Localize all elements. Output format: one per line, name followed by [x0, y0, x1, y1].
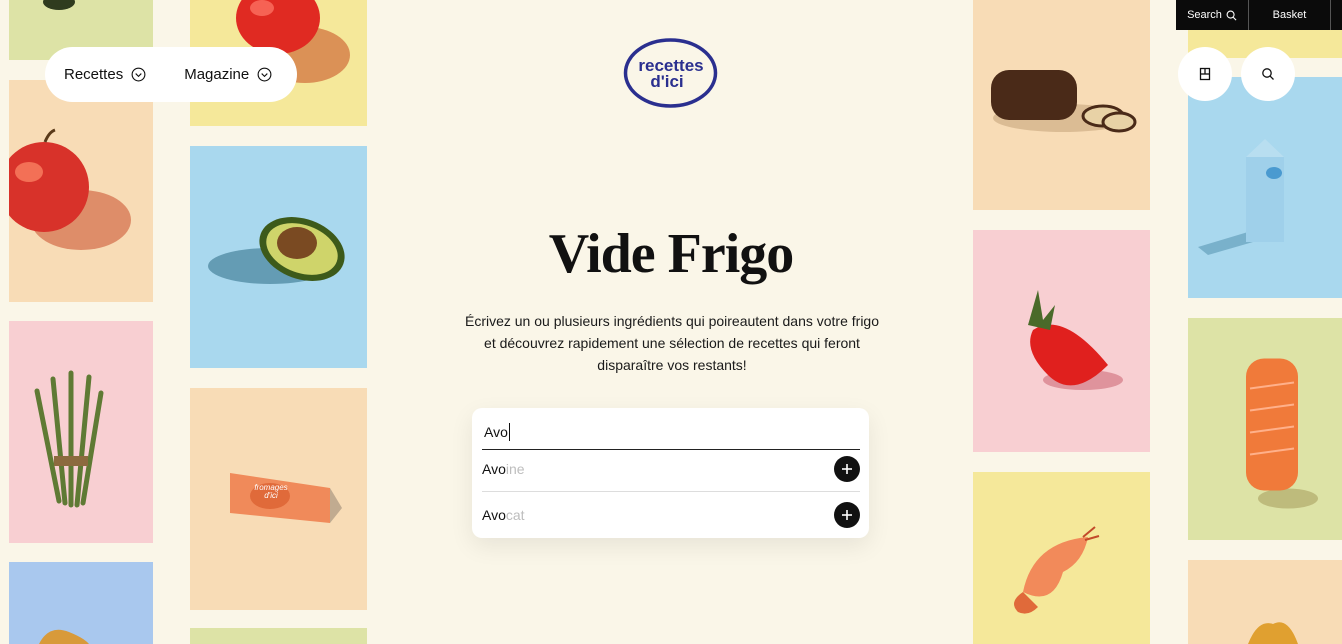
tile-bread[interactable] [973, 0, 1150, 210]
tile-bottom-left-blue[interactable] [9, 562, 153, 644]
search-button[interactable] [1241, 47, 1295, 101]
add-ingredient-button[interactable] [834, 502, 860, 528]
tile-shrimp[interactable] [973, 472, 1150, 644]
tile-salmon[interactable] [1188, 318, 1342, 540]
plus-icon [842, 510, 852, 520]
ingredient-search-value: Avo [484, 423, 508, 440]
utility-search-label: Search [1187, 9, 1222, 21]
ingredient-search-input[interactable]: Avo [482, 414, 860, 450]
tile-cheese[interactable]: fromages d'ici [190, 388, 367, 610]
utility-basket-link[interactable]: Basket [1249, 0, 1331, 30]
main-nav: Recettes Magazine [45, 47, 297, 102]
page: fromages d'ici Search Basket Recettes Ma… [0, 0, 1342, 644]
text-caret [508, 422, 510, 441]
suggestion-label: Avoine [482, 461, 525, 477]
utility-basket-label: Basket [1272, 9, 1307, 21]
suggestion-item[interactable]: Avoine [482, 446, 860, 492]
suggestion-item[interactable]: Avocat [482, 492, 860, 538]
apple-image [9, 128, 131, 250]
chevron-down-circle-icon [257, 67, 272, 82]
page-description: Écrivez un ou plusieurs ingrédients qui … [464, 313, 880, 373]
tile-strawberry[interactable] [973, 230, 1150, 452]
milk-carton-image [1198, 139, 1284, 255]
suggestion-rest: cat [505, 507, 525, 523]
suggestion-rest: ine [505, 460, 525, 477]
tile-bottom-green[interactable] [190, 628, 367, 644]
search-icon [1226, 10, 1237, 20]
salmon-image [1246, 358, 1318, 509]
tile-asparagus[interactable] [9, 321, 153, 543]
tile-bottom-right-peach[interactable] [1188, 560, 1342, 644]
nav-item-recettes-label: Recettes [64, 66, 124, 83]
search-icon [1262, 68, 1274, 80]
cheese-brand-label: fromages d'ici [254, 484, 288, 500]
tile-apple[interactable] [9, 80, 153, 302]
suggestion-match: Avo [482, 507, 506, 523]
nav-item-recettes[interactable]: Recettes [64, 66, 146, 83]
suggestion-match: Avo [482, 460, 506, 477]
nav-item-magazine-label: Magazine [184, 66, 250, 83]
suggestion-label: Avocat [482, 507, 525, 523]
shrimp-image [1014, 526, 1100, 614]
tile-avocado[interactable] [190, 146, 367, 368]
strawberry-image [1028, 290, 1123, 390]
site-logo[interactable]: recettes d'ici [622, 37, 719, 109]
logo-line2: d'ici [650, 72, 683, 91]
add-ingredient-button[interactable] [834, 455, 860, 482]
bookmark-icon [1199, 67, 1211, 81]
utility-bar: Search Basket [1176, 0, 1342, 30]
cheese-label-line2: d'ici [264, 491, 278, 500]
page-title: Vide Frigo [548, 223, 795, 285]
plus-icon [842, 463, 852, 474]
utility-search-link[interactable]: Search [1176, 0, 1249, 30]
nav-item-magazine[interactable]: Magazine [184, 66, 272, 83]
tile-milk[interactable] [1188, 77, 1342, 298]
bread-image [991, 70, 1137, 133]
avocado-image [208, 217, 345, 284]
chevron-down-circle-icon [131, 67, 146, 82]
asparagus-image [34, 370, 104, 508]
ingredient-search-card: Avo Avoine Avocat [472, 408, 869, 538]
saved-recipes-button[interactable] [1178, 47, 1232, 101]
